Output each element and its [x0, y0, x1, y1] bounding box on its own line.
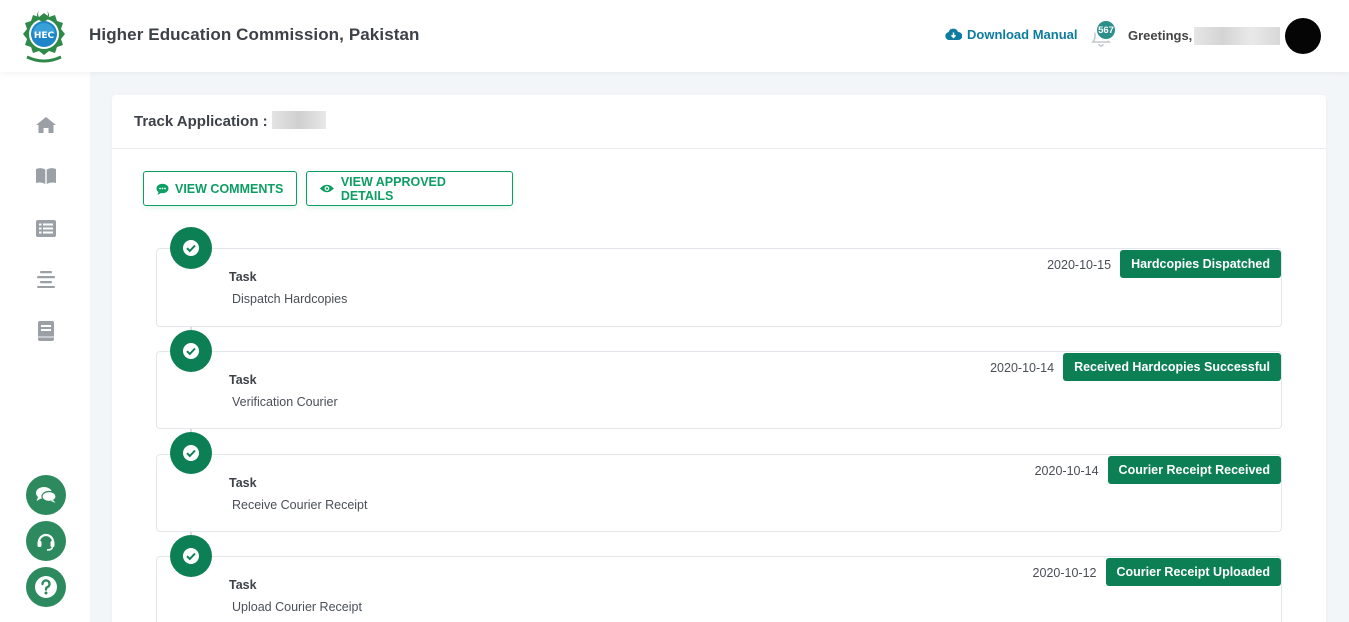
task-name: Receive Courier Receipt — [232, 498, 368, 512]
sidebar-item-book-open[interactable] — [34, 164, 58, 188]
top-header: HEC Higher Education Commission, Pakista… — [0, 0, 1349, 72]
hec-logo-text: HEC — [34, 31, 55, 41]
task-name: Dispatch Hardcopies — [232, 292, 348, 306]
view-comments-button[interactable]: VIEW COMMENTS — [143, 171, 297, 206]
redacted-application-id — [272, 111, 326, 129]
book-icon — [38, 321, 54, 341]
timeline-item: Task Verification Courier 2020-10-14 Rec… — [156, 351, 1282, 429]
sidebar — [0, 72, 90, 622]
timeline-item: Task Upload Courier Receipt 2020-10-12 C… — [156, 556, 1282, 622]
card-header: Track Application : — [112, 95, 1326, 149]
view-approved-details-label: VIEW APPROVED DETAILS — [340, 174, 446, 203]
timeline-item: Task Receive Courier Receipt 2020-10-14 … — [156, 454, 1282, 532]
timeline-item: Task Dispatch Hardcopies 2020-10-15 Hard… — [156, 248, 1282, 327]
headset-icon — [37, 533, 55, 551]
status-badge: Courier Receipt Uploaded — [1105, 558, 1281, 586]
help-button[interactable] — [26, 567, 66, 607]
download-manual-link[interactable]: Download Manual — [945, 27, 1078, 42]
status-badge: Courier Receipt Received — [1107, 456, 1281, 484]
timeline-check-icon — [170, 432, 212, 474]
task-date: 2020-10-12 — [1032, 566, 1097, 580]
task-date: 2020-10-15 — [1047, 258, 1112, 272]
task-date: 2020-10-14 — [1034, 464, 1099, 478]
chat-button[interactable] — [26, 475, 66, 515]
book-open-icon — [36, 168, 56, 184]
chat-icon — [36, 487, 57, 503]
user-avatar[interactable] — [1285, 18, 1321, 54]
card-title: Track Application : — [134, 113, 268, 130]
timeline-check-icon — [170, 330, 212, 372]
view-comments-label: VIEW COMMENTS — [175, 181, 284, 196]
view-approved-details-button[interactable]: VIEW APPROVED DETAILS — [306, 171, 513, 206]
task-label: Task — [229, 270, 257, 284]
support-button[interactable] — [26, 521, 66, 561]
task-name: Upload Courier Receipt — [232, 600, 362, 614]
app-title: Higher Education Commission, Pakistan — [89, 25, 420, 44]
hec-logo[interactable]: HEC — [19, 7, 69, 65]
cloud-download-icon — [945, 28, 962, 40]
timeline-check-icon — [170, 227, 212, 269]
redacted-username — [1194, 27, 1280, 45]
align-center-icon — [37, 271, 55, 288]
sidebar-item-align[interactable] — [34, 267, 58, 291]
task-name: Verification Courier — [232, 395, 338, 409]
status-badge: Received Hardcopies Successful — [1063, 353, 1281, 381]
sidebar-item-book[interactable] — [34, 319, 58, 343]
notification-count-badge: 567 — [1095, 19, 1117, 41]
home-icon — [36, 117, 56, 133]
timeline-check-icon — [170, 535, 212, 577]
comment-icon — [156, 183, 169, 195]
track-application-card: Track Application : VIEW COMMENTS VIEW A… — [112, 95, 1326, 622]
help-icon — [35, 576, 57, 598]
task-label: Task — [229, 373, 257, 387]
task-date: 2020-10-14 — [990, 361, 1055, 375]
task-label: Task — [229, 578, 257, 592]
list-icon — [36, 219, 56, 237]
download-manual-label: Download Manual — [967, 27, 1078, 42]
status-badge: Hardcopies Dispatched — [1120, 250, 1281, 278]
eye-icon — [319, 184, 334, 193]
sidebar-item-home[interactable] — [34, 113, 58, 137]
task-label: Task — [229, 476, 257, 490]
sidebar-item-list[interactable] — [34, 216, 58, 240]
greeting-text: Greetings, — [1128, 28, 1193, 43]
